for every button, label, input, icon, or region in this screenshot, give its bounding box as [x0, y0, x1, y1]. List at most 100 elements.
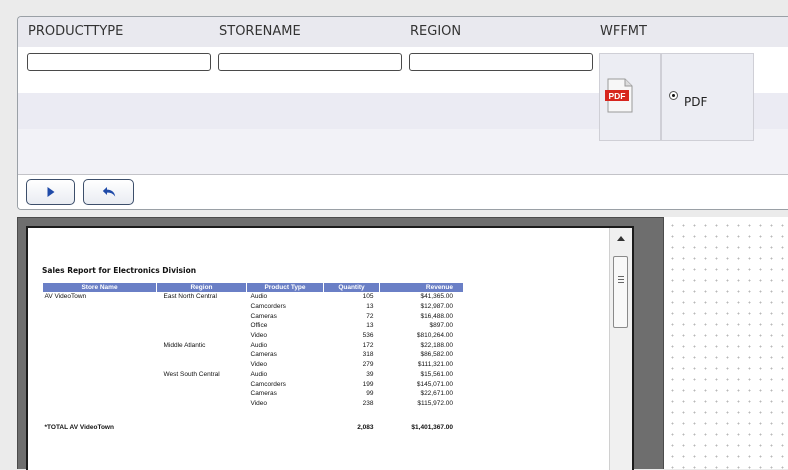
- cell-product-type: Cameras: [250, 390, 277, 398]
- cell-revenue: $12,987.00: [420, 303, 453, 311]
- cell-store: [43, 311, 157, 321]
- cell-region: [157, 321, 247, 331]
- cell-product-type: Audio: [250, 341, 268, 349]
- report-title: Sales Report for Electronics Division: [42, 266, 197, 275]
- cell-product-type: Video: [250, 399, 268, 407]
- cell-revenue: $897.00: [429, 322, 454, 330]
- run-button[interactable]: [26, 179, 75, 205]
- cell-store: [43, 331, 157, 341]
- table-row: AV VideoTown East North Central Audio 105 $4…: [43, 292, 464, 302]
- cell-product-type: Audio: [250, 370, 268, 378]
- sales-report-table: Store Name Region Product Type Quantity …: [42, 283, 463, 434]
- total-label: *TOTAL AV VideoTown: [44, 423, 114, 431]
- cell-product-type: Office: [250, 322, 268, 330]
- region-header: REGION: [410, 24, 462, 39]
- table-row: West South Central Audio 39 $15,561.00: [43, 370, 464, 380]
- format-option-cell[interactable]: PDF: [661, 53, 754, 141]
- cell-quantity: 199: [362, 380, 374, 388]
- cell-quantity: 99: [366, 390, 374, 398]
- parameter-header-row: PRODUCTTYPE STORENAME REGION WFFMT: [18, 17, 788, 47]
- cell-product-type: Cameras: [250, 351, 277, 359]
- total-revenue: $1,401,367.00: [411, 423, 453, 431]
- cell-revenue: $22,671.00: [420, 390, 453, 398]
- cell-region: [157, 311, 247, 321]
- table-row: Office 13 $897.00: [43, 321, 464, 331]
- column-header-store: Store Name: [42, 283, 157, 292]
- report-viewer: Sales Report for Electronics Division St…: [17, 217, 664, 470]
- cell-quantity: 238: [362, 399, 374, 407]
- cell-store: [43, 360, 157, 370]
- storename-input[interactable]: [218, 53, 402, 71]
- cell-revenue: $145,071.00: [416, 380, 453, 388]
- cell-product-type: Camcorders: [250, 380, 286, 388]
- column-header-quantity: Quantity: [323, 283, 380, 292]
- cell-store: [43, 321, 157, 331]
- cell-revenue: $41,365.00: [420, 293, 453, 301]
- undo-arrow-icon: [102, 187, 115, 197]
- cell-revenue: $86,582.00: [420, 351, 453, 359]
- table-row: Video 536 $810,264.00: [43, 331, 464, 341]
- cell-product-type: Cameras: [250, 312, 277, 320]
- cell-quantity: 172: [362, 341, 374, 349]
- cell-product-type: Camcorders: [250, 303, 286, 311]
- cell-region: [157, 399, 247, 409]
- play-triangle-icon: [47, 187, 54, 197]
- svg-text:PDF: PDF: [609, 91, 626, 101]
- wffmt-header: WFFMT: [600, 24, 647, 39]
- total-quantity: 2,083: [357, 423, 374, 431]
- cell-region: [157, 360, 247, 370]
- region-input[interactable]: [409, 53, 593, 71]
- cell-revenue: $22,188.00: [420, 341, 453, 349]
- cell-store: [43, 379, 157, 389]
- dotted-canvas-background: [664, 217, 788, 469]
- cell-region: Middle Atlantic: [163, 341, 206, 349]
- cell-quantity: 13: [366, 322, 374, 330]
- producttype-header: PRODUCTTYPE: [28, 24, 124, 39]
- cell-quantity: 105: [362, 293, 374, 301]
- cell-store: [43, 302, 157, 312]
- table-row: Cameras 72 $16,488.00: [43, 311, 464, 321]
- cell-store: [43, 340, 157, 350]
- cell-region: [157, 350, 247, 360]
- scrollbar-thumb[interactable]: [613, 256, 628, 328]
- cell-quantity: 318: [362, 351, 374, 359]
- cell-store: [43, 389, 157, 399]
- producttype-input[interactable]: [27, 53, 211, 71]
- pdf-radio-button[interactable]: [669, 91, 678, 100]
- table-row: Middle Atlantic Audio 172 $22,188.00: [43, 340, 464, 350]
- pdf-file-icon: PDF: [605, 78, 633, 113]
- cell-region: [157, 302, 247, 312]
- column-header-revenue: Revenue: [379, 283, 463, 292]
- cell-store: [43, 350, 157, 360]
- scroll-up-arrow-icon[interactable]: [617, 236, 625, 241]
- format-icon-cell: PDF: [599, 53, 661, 141]
- reset-button[interactable]: [83, 179, 134, 205]
- cell-region: [157, 331, 247, 341]
- column-header-region: Region: [156, 283, 247, 292]
- cell-revenue: $810,264.00: [416, 332, 453, 340]
- pdf-radio-label[interactable]: PDF: [684, 95, 707, 109]
- table-row: Cameras 99 $22,671.00: [43, 389, 464, 399]
- table-row: Video 238 $115,972.00: [43, 399, 464, 409]
- cell-quantity: 13: [366, 303, 374, 311]
- cell-quantity: 39: [366, 370, 374, 378]
- cell-product-type: Video: [250, 361, 268, 369]
- table-row: Camcorders 199 $145,071.00: [43, 379, 464, 389]
- cell-store: [43, 370, 157, 380]
- total-row: *TOTAL AV VideoTown 2,083 $1,401,367.00: [43, 408, 464, 434]
- cell-region: [157, 389, 247, 399]
- column-header-product-type: Product Type: [246, 283, 324, 292]
- cell-quantity: 72: [366, 312, 374, 320]
- cell-region: West South Central: [163, 370, 220, 378]
- cell-store: AV VideoTown: [44, 293, 87, 301]
- cell-revenue: $15,561.00: [420, 370, 453, 378]
- report-page: Sales Report for Electronics Division St…: [26, 226, 634, 470]
- table-header-row: Store Name Region Product Type Quantity …: [42, 283, 463, 292]
- parameter-panel: PRODUCTTYPE STORENAME REGION WFFMT PDF P…: [17, 16, 788, 210]
- table-row: Cameras 318 $86,582.00: [43, 350, 464, 360]
- cell-store: [43, 399, 157, 409]
- cell-product-type: Video: [250, 332, 268, 340]
- report-vertical-scrollbar[interactable]: [609, 228, 632, 470]
- cell-region: East North Central: [163, 293, 217, 301]
- table-row: Video 279 $111,321.00: [43, 360, 464, 370]
